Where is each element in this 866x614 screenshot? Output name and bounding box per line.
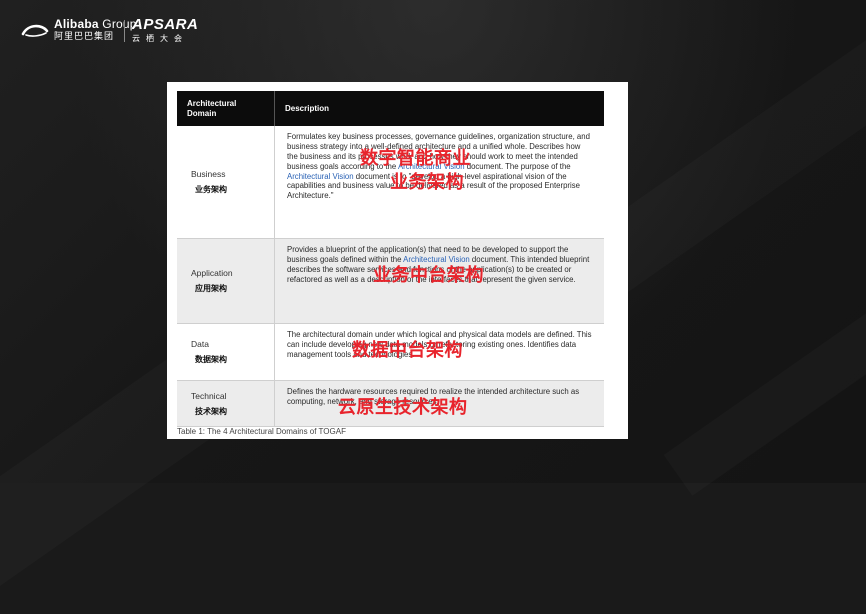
description-cell: The architectural domain under which log… [275, 324, 604, 380]
domain-name-cn: 数据架构 [195, 355, 227, 364]
description-text: The architectural domain under which log… [287, 330, 592, 359]
domain-name-cn: 应用架构 [195, 284, 227, 293]
background-stripe [587, 0, 866, 293]
table-header: Architectural Domain Description [177, 91, 604, 126]
table-row: Application 应用架构 Provides a blueprint of t… [177, 239, 604, 324]
column-header-domain: Architectural Domain [177, 91, 275, 126]
table-row: Business 业务架构 Formulates key business proc… [177, 126, 604, 239]
table-caption: Table 1: The 4 Architectural Domains of … [177, 427, 346, 436]
togaf-table-card: Architectural Domain Description Busines… [167, 82, 628, 439]
alibaba-group-logo: Alibaba Group 阿里巴巴集团 [20, 18, 137, 41]
description-cell: Defines the hardware resources required … [275, 381, 604, 426]
logo-divider [124, 20, 125, 42]
domain-name-en: Technical [191, 390, 227, 401]
background-stripe [664, 214, 866, 496]
table-row: Data 数据架构 The architectural domain under w… [177, 324, 604, 381]
apsara-wordmark: APSARA [132, 16, 199, 33]
alibaba-wordmark: Alibaba [54, 17, 99, 31]
domain-cell: Application 应用架构 [177, 239, 275, 323]
table-row: Technical 技术架构 Defines the hardware resour… [177, 381, 604, 427]
description-cell: Provides a blueprint of the application(… [275, 239, 604, 323]
apsara-cn-wordmark: 云栖大会 [132, 34, 188, 43]
domain-cell: Technical 技术架构 [177, 381, 275, 426]
architectural-vision-link[interactable]: Architectural Vision [287, 172, 354, 181]
domain-name-en: Application [191, 268, 233, 278]
description-text: Defines the hardware resources required … [287, 387, 580, 406]
domain-name-cn: 技术架构 [195, 406, 227, 416]
togaf-domains-table: Architectural Domain Description Busines… [177, 91, 604, 427]
apsara-logo: APSARA 云栖大会 [132, 17, 198, 43]
alibaba-smile-icon [20, 22, 50, 38]
architectural-vision-link[interactable]: Architectural Vision [398, 162, 465, 171]
group-wordmark: Group [98, 17, 137, 31]
architectural-vision-link[interactable]: Architectural Vision [403, 255, 470, 264]
domain-name-en: Data [191, 339, 209, 349]
domain-cell: Business 业务架构 [177, 126, 275, 238]
description-text: document. The purpose of the [464, 161, 571, 171]
description-cell: Formulates key business processes, gover… [275, 126, 604, 238]
domain-cell: Data 数据架构 [177, 324, 275, 380]
domain-name-en: Business [191, 169, 226, 179]
domain-name-cn: 业务架构 [195, 185, 227, 194]
column-header-description: Description [285, 103, 330, 113]
